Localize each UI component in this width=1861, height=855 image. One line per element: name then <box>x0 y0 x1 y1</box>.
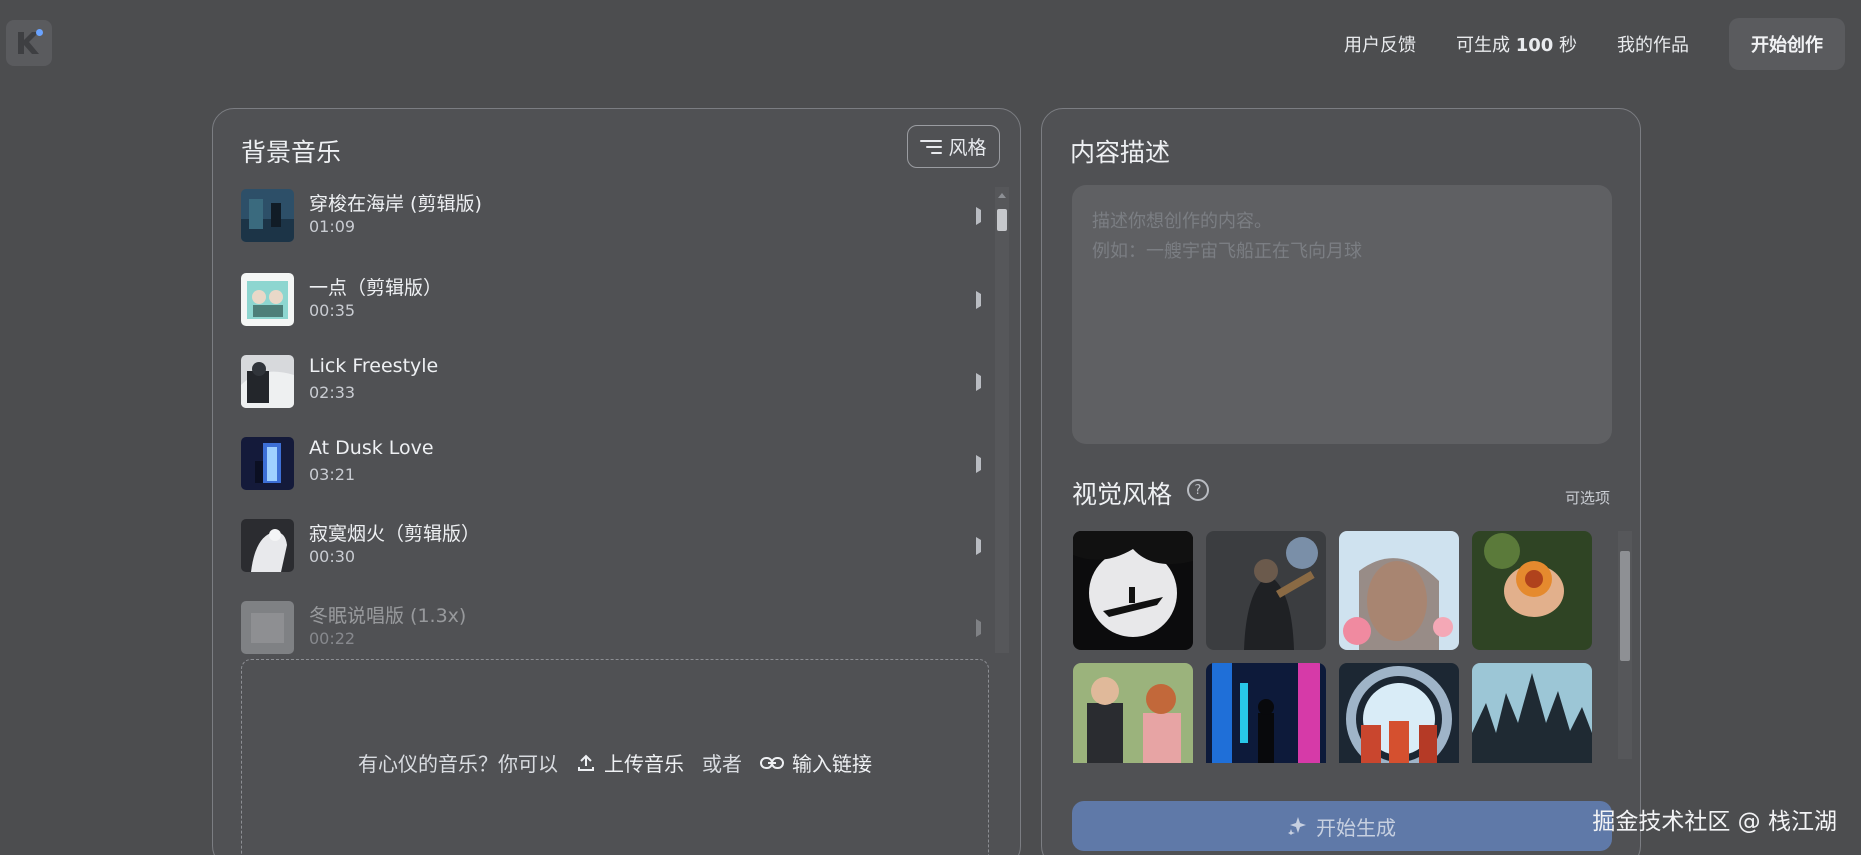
style-grid-scrollbar[interactable] <box>1618 531 1632 759</box>
scroll-thumb[interactable] <box>1620 551 1630 661</box>
track-title: 穿梭在海岸 (剪辑版) <box>309 193 482 215</box>
content-description-panel: 内容描述 视觉风格 ? 可选项 开始生成 <box>1041 108 1641 855</box>
app-logo[interactable] <box>6 20 52 66</box>
track-duration: 02:33 <box>309 383 356 402</box>
play-icon[interactable] <box>976 291 981 309</box>
generate-label: 开始生成 <box>1316 815 1396 840</box>
credits-prefix: 可生成 <box>1455 35 1510 56</box>
track-item[interactable]: At Dusk Love 03:21 <box>241 435 981 495</box>
style-thumbnail[interactable] <box>1472 531 1592 650</box>
track-cover <box>241 273 294 326</box>
track-duration: 03:21 <box>309 465 356 484</box>
scroll-up-icon[interactable] <box>998 193 1006 198</box>
track-list: 穿梭在海岸 (剪辑版) 01:09 一点（剪辑版） 00:35 Lick Fre… <box>241 187 981 657</box>
track-title: Lick Freestyle <box>309 355 439 377</box>
nav-credits: 可生成 100 秒 <box>1456 31 1577 57</box>
or-text: 或者 <box>702 752 742 776</box>
track-item[interactable]: 穿梭在海岸 (剪辑版) 01:09 <box>241 187 981 247</box>
enter-link-button[interactable]: 输入链接 <box>760 748 872 777</box>
play-icon[interactable] <box>976 373 981 391</box>
track-item[interactable]: Lick Freestyle 02:33 <box>241 353 981 413</box>
track-duration: 00:30 <box>309 547 356 566</box>
style-filter-button[interactable]: 风格 <box>907 125 1000 168</box>
credits-suffix: 秒 <box>1559 35 1577 56</box>
style-thumbnail[interactable] <box>1073 531 1193 650</box>
top-nav: 用户反馈 可生成 100 秒 我的作品 开始创作 <box>1344 18 1845 70</box>
scroll-thumb[interactable] <box>997 209 1007 231</box>
track-item[interactable]: 一点（剪辑版） 00:35 <box>241 271 981 331</box>
track-list-scrollbar[interactable] <box>995 187 1009 653</box>
style-thumbnail[interactable] <box>1339 663 1459 763</box>
track-title: At Dusk Love <box>309 437 434 459</box>
optional-label: 可选项 <box>1564 489 1610 507</box>
style-thumbnail[interactable] <box>1206 663 1326 763</box>
logo-dot <box>36 29 43 36</box>
filter-icon <box>920 139 943 154</box>
link-icon <box>760 756 784 769</box>
style-thumbnail[interactable] <box>1073 663 1193 763</box>
play-icon[interactable] <box>976 619 981 637</box>
generate-button[interactable]: 开始生成 <box>1072 801 1612 851</box>
track-duration: 01:09 <box>309 217 356 236</box>
play-icon[interactable] <box>976 537 981 555</box>
track-cover <box>241 519 294 572</box>
play-icon[interactable] <box>976 207 981 225</box>
style-thumbnail[interactable] <box>1472 663 1592 763</box>
background-music-panel: 背景音乐 风格 穿梭在海岸 (剪辑版) 01:09 一点（剪辑版） 00:35 <box>212 108 1021 855</box>
upload-icon <box>578 754 594 771</box>
custom-music-dropzone[interactable]: 有心仪的音乐？你可以 上传音乐 或者 输入链接 <box>241 659 989 855</box>
visual-style-grid <box>1073 531 1617 763</box>
nav-feedback[interactable]: 用户反馈 <box>1344 31 1416 57</box>
visual-style-title: 视觉风格 <box>1072 480 1173 509</box>
sparkle-icon <box>1288 817 1306 835</box>
nav-my-works[interactable]: 我的作品 <box>1617 31 1689 57</box>
start-creating-button[interactable]: 开始创作 <box>1729 18 1845 70</box>
track-item[interactable]: 冬眠说唱版 (1.3x) 00:22 <box>241 599 981 657</box>
track-title: 冬眠说唱版 (1.3x) <box>309 605 467 627</box>
help-icon[interactable]: ? <box>1187 479 1209 501</box>
track-title: 一点（剪辑版） <box>309 277 443 299</box>
upload-music-label: 上传音乐 <box>604 752 684 776</box>
upload-music-button[interactable]: 上传音乐 <box>576 748 684 777</box>
track-cover <box>241 189 294 242</box>
music-panel-title: 背景音乐 <box>241 138 342 167</box>
track-cover <box>241 355 294 408</box>
track-cover <box>241 437 294 490</box>
style-thumbnail[interactable] <box>1339 531 1459 650</box>
style-thumbnail[interactable] <box>1206 531 1326 650</box>
play-icon[interactable] <box>976 455 981 473</box>
content-panel-title: 内容描述 <box>1070 138 1171 167</box>
track-duration: 00:35 <box>309 301 356 320</box>
style-filter-label: 风格 <box>948 137 987 159</box>
credits-value: 100 <box>1515 35 1554 56</box>
track-duration: 00:22 <box>309 629 356 648</box>
track-title: 寂寞烟火（剪辑版） <box>309 523 481 545</box>
track-cover <box>241 601 294 654</box>
content-description-input[interactable] <box>1072 185 1612 444</box>
track-item[interactable]: 寂寞烟火（剪辑版） 00:30 <box>241 517 981 577</box>
enter-link-label: 输入链接 <box>792 752 872 776</box>
upload-prompt: 有心仪的音乐？你可以 <box>358 752 558 776</box>
watermark: 掘金技术社区 @ 栈江湖 <box>1592 809 1837 835</box>
